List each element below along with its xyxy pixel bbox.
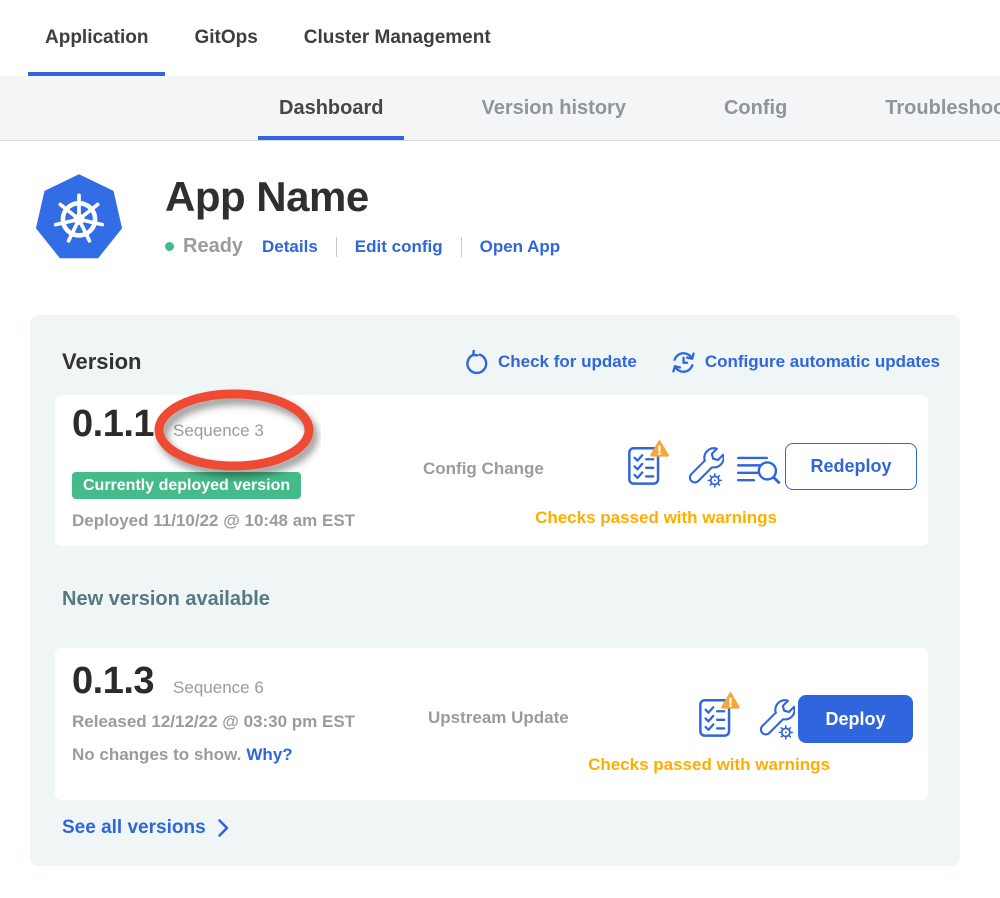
current-version-number: 0.1.1 xyxy=(72,403,154,446)
why-link[interactable]: Why? xyxy=(246,745,292,764)
current-sequence-label: Sequence 3 xyxy=(173,421,264,441)
clock-refresh-icon xyxy=(671,350,696,375)
preflight-checks-warning-icon[interactable] xyxy=(626,439,670,489)
current-source-label: Config Change xyxy=(423,459,544,479)
new-version-line: 0.1.3 Sequence 6 xyxy=(72,660,264,703)
no-changes-text: No changes to show. Why? xyxy=(72,745,293,765)
edit-config-link[interactable]: Edit config xyxy=(355,237,443,257)
preflight-checks-warning-icon[interactable] xyxy=(697,691,741,741)
refresh-icon xyxy=(464,350,489,375)
divider xyxy=(461,237,462,257)
top-tab-application[interactable]: Application xyxy=(28,0,165,76)
configure-automatic-updates-link[interactable]: Configure automatic updates xyxy=(671,350,940,375)
status-text: Ready xyxy=(183,235,243,258)
kubernetes-logo xyxy=(33,172,125,262)
redeploy-button[interactable]: Redeploy xyxy=(785,443,917,490)
tab-dashboard[interactable]: Dashboard xyxy=(258,76,404,140)
view-diff-icon[interactable] xyxy=(736,451,783,489)
configure-automatic-updates-label: Configure automatic updates xyxy=(705,352,940,372)
deploy-button[interactable]: Deploy xyxy=(798,695,913,743)
status-dot xyxy=(165,242,174,251)
tab-troubleshoot[interactable]: Troubleshoot xyxy=(864,76,1000,140)
divider xyxy=(336,237,337,257)
new-version-card: 0.1.3 Sequence 6 Released 12/12/22 @ 03:… xyxy=(55,648,928,800)
open-app-link[interactable]: Open App xyxy=(480,237,561,257)
details-link[interactable]: Details xyxy=(262,237,318,257)
chevron-right-icon xyxy=(217,818,230,838)
app-header: App Name Ready Details Edit config Open … xyxy=(33,172,560,262)
new-version-heading: New version available xyxy=(62,588,270,611)
released-timestamp: Released 12/12/22 @ 03:30 pm EST xyxy=(72,712,355,732)
config-wrench-icon[interactable] xyxy=(682,442,724,489)
tab-config[interactable]: Config xyxy=(703,76,808,140)
page-title: App Name xyxy=(165,174,560,220)
config-wrench-icon[interactable] xyxy=(753,694,795,741)
top-nav-tabs: Application GitOps Cluster Management xyxy=(0,0,1000,76)
version-panel-actions: Check for update Configure automatic upd… xyxy=(464,350,940,375)
see-all-versions-link[interactable]: See all versions xyxy=(62,817,230,839)
new-source-label: Upstream Update xyxy=(428,708,569,728)
sub-nav-tabs: Dashboard Version history Config Trouble… xyxy=(0,76,1000,140)
check-for-update-label: Check for update xyxy=(498,352,637,372)
checks-warning-text[interactable]: Checks passed with warnings xyxy=(423,508,889,528)
deployed-timestamp: Deployed 11/10/22 @ 10:48 am EST xyxy=(72,511,355,531)
app-sub-nav: Dashboard Version history Config Trouble… xyxy=(0,76,1000,141)
current-version-card: 0.1.1 Sequence 3 Currently deployed vers… xyxy=(55,395,928,546)
top-nav: Application GitOps Cluster Management xyxy=(0,0,1000,76)
check-for-update-link[interactable]: Check for update xyxy=(464,350,637,375)
tab-version-history[interactable]: Version history xyxy=(460,76,647,140)
new-sequence-label: Sequence 6 xyxy=(173,678,264,698)
app-info: App Name Ready Details Edit config Open … xyxy=(165,172,560,262)
top-tab-gitops[interactable]: GitOps xyxy=(177,0,274,76)
version-panel: Version Check for update xyxy=(30,315,960,866)
new-version-number: 0.1.3 xyxy=(72,660,154,703)
currently-deployed-badge: Currently deployed version xyxy=(72,472,301,499)
current-version-icons xyxy=(626,439,783,489)
new-version-icons xyxy=(697,691,795,741)
version-panel-title: Version xyxy=(62,349,141,375)
current-version-line: 0.1.1 Sequence 3 xyxy=(72,403,264,446)
see-all-versions-label: See all versions xyxy=(62,817,206,839)
no-changes-label: No changes to show. xyxy=(72,745,241,764)
version-panel-header: Version Check for update xyxy=(62,349,940,375)
top-tab-cluster-management[interactable]: Cluster Management xyxy=(287,0,508,76)
app-status-row: Ready Details Edit config Open App xyxy=(165,235,560,258)
checks-warning-text[interactable]: Checks passed with warnings xyxy=(485,755,933,775)
